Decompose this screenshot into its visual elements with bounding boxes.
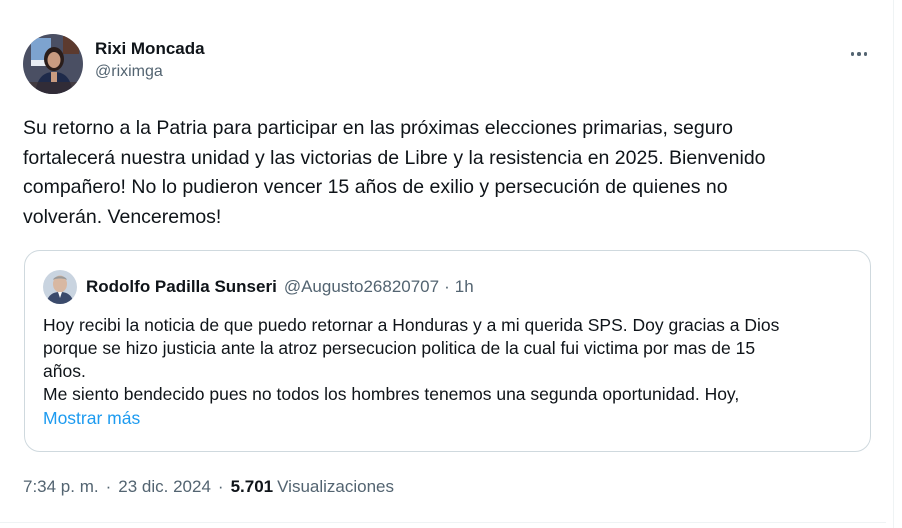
show-more-link[interactable]: Mostrar más <box>43 408 140 429</box>
right-border <box>893 0 894 528</box>
tweet-header: Rixi Moncada @riximga <box>23 34 872 94</box>
tweet-date[interactable]: 23 dic. 2024 <box>118 476 211 498</box>
tweet-meta: 7:34 p. m. · 23 dic. 2024 · 5.701 Visual… <box>23 476 394 498</box>
quoted-tweet-card[interactable]: Rodolfo Padilla Sunseri @Augusto26820707… <box>24 250 871 452</box>
author-handle[interactable]: @riximga <box>95 61 205 83</box>
author-avatar[interactable] <box>23 34 83 94</box>
quoted-tweet-time[interactable]: 1h <box>455 277 474 297</box>
tweet-text: Su retorno a la Patria para participar e… <box>23 117 766 228</box>
quoted-tweet-text: Hoy recibi la noticia de que puedo retor… <box>43 315 780 404</box>
quoted-author-avatar <box>43 270 77 304</box>
views-label: Visualizaciones <box>277 477 395 496</box>
quoted-author-handle: @Augusto26820707 <box>283 277 440 296</box>
author-display-name[interactable]: Rixi Moncada <box>95 39 205 59</box>
more-horizontal-icon[interactable] <box>846 44 872 64</box>
views-count: 5.701 <box>230 477 274 496</box>
quoted-separator: · <box>444 277 450 296</box>
meta-separator: · <box>105 477 112 496</box>
tweet-time[interactable]: 7:34 p. m. <box>23 476 99 498</box>
quoted-author-display-name: Rodolfo Padilla Sunseri <box>86 277 277 296</box>
quoted-tweet-header: Rodolfo Padilla Sunseri @Augusto26820707… <box>43 269 474 305</box>
bottom-divider <box>0 522 886 523</box>
author-name-block: Rixi Moncada @riximga <box>95 39 205 83</box>
meta-separator: · <box>217 477 224 496</box>
